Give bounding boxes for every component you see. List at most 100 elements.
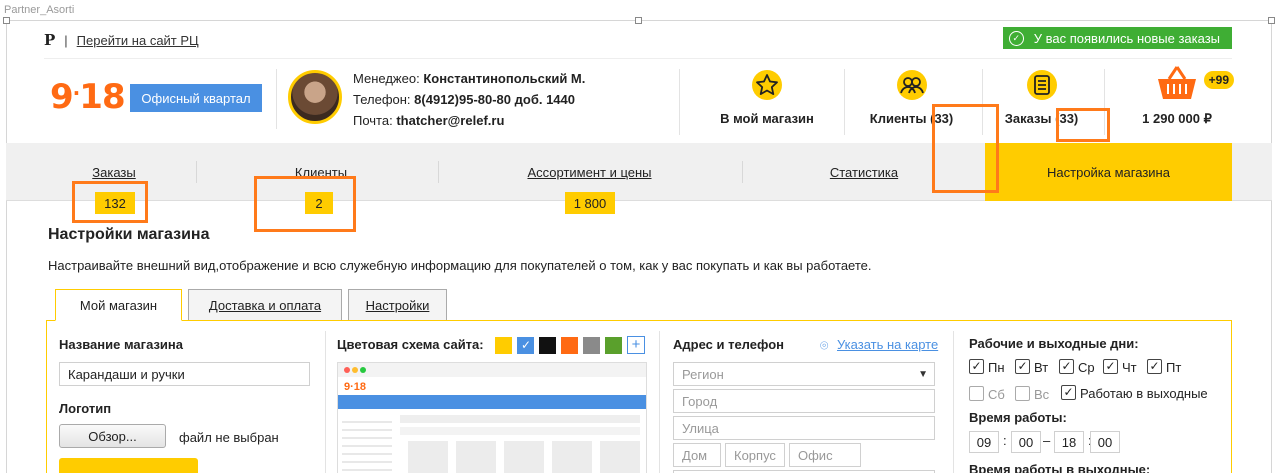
to-hours-input[interactable]: 18 xyxy=(1054,431,1084,453)
day-checkbox[interactable]: ✓ xyxy=(1103,359,1118,374)
brand-logo[interactable]: 9·18 xyxy=(50,77,126,117)
file-status: файл не выбран xyxy=(179,430,279,445)
from-hours-input[interactable]: 09 xyxy=(969,431,999,453)
weekend-label: Работаю в выходные xyxy=(1080,386,1208,401)
tab-delivery-payment[interactable]: Доставка и оплата xyxy=(188,289,342,321)
day-checkbox[interactable]: ✓ xyxy=(1015,359,1030,374)
time-colon: : xyxy=(1003,433,1007,448)
go-to-rc-site-link[interactable]: Перейти на сайт РЦ xyxy=(77,33,199,48)
show-on-map-link[interactable]: Указать на карте xyxy=(837,337,938,352)
nav-label: Заказы xyxy=(92,165,136,180)
day-checkbox[interactable]: ✓ xyxy=(1147,359,1162,374)
preview-sidebar xyxy=(342,415,392,473)
assortment-count-badge: 1 800 xyxy=(565,192,615,214)
preview-dot xyxy=(360,367,366,373)
nav-label: Настройка магазина xyxy=(1047,165,1170,180)
region-placeholder: Регион xyxy=(682,366,724,382)
weekend-checkbox[interactable]: ✓ xyxy=(1061,385,1076,400)
cart-count-badge: +99 xyxy=(1203,71,1234,89)
resize-handle[interactable] xyxy=(3,17,10,24)
page-description: Настраивайте внешний вид,отображение и в… xyxy=(48,258,872,273)
to-minutes-input[interactable]: 00 xyxy=(1090,431,1120,453)
add-color-button[interactable]: + xyxy=(627,336,645,354)
schedule-label: Рабочие и выходные дни: xyxy=(969,336,1139,351)
cart-link[interactable]: +99 1 290 000 ₽ xyxy=(1122,63,1234,127)
relef-logo-icon[interactable]: Р xyxy=(44,31,55,49)
color-swatch[interactable] xyxy=(605,337,622,354)
color-swatch[interactable] xyxy=(583,337,600,354)
artboard-name: Partner_Asorti xyxy=(4,4,75,16)
preview-row xyxy=(400,427,640,435)
address-label: Адрес и телефон xyxy=(673,337,784,352)
phone-value: 8(4912)95-80-80 доб. 1440 xyxy=(414,92,575,107)
top-bar: Р | Перейти на сайт РЦ ✓ У вас появились… xyxy=(44,27,1232,50)
day-checkbox[interactable]: ✓ xyxy=(969,359,984,374)
my-store-link[interactable]: В мой магазин xyxy=(712,69,822,126)
header: 9·18 Офисный квартал Менеджео: Константи… xyxy=(44,58,1234,144)
phone-label: Телефон: xyxy=(353,92,411,107)
resize-handle[interactable] xyxy=(1268,17,1275,24)
region-select[interactable]: Регион ▼ xyxy=(673,362,935,386)
annotation-box xyxy=(1056,108,1110,142)
time-dash: – xyxy=(1043,433,1051,448)
page-title: Настройки магазина xyxy=(48,226,210,243)
divider xyxy=(325,331,326,473)
preview-products xyxy=(400,441,640,473)
new-orders-notification[interactable]: ✓ У вас появились новые заказы xyxy=(1002,27,1232,49)
day-checkbox[interactable] xyxy=(969,386,984,401)
from-minutes-input[interactable]: 00 xyxy=(1011,431,1041,453)
color-swatch[interactable] xyxy=(495,337,512,354)
day-label: Пн xyxy=(988,360,1005,375)
divider xyxy=(679,69,680,135)
day-label: Сб xyxy=(988,387,1005,402)
color-swatch[interactable] xyxy=(517,337,534,354)
preview-titlebar xyxy=(338,363,646,377)
nav-store-settings[interactable]: Настройка магазина xyxy=(985,143,1232,201)
city-input[interactable]: Город xyxy=(673,389,935,413)
office-quarter-button[interactable]: Офисный квартал xyxy=(130,84,262,112)
upload-button[interactable] xyxy=(59,458,198,473)
mail-value: thatcher@relef.ru xyxy=(396,113,505,128)
resize-handle[interactable] xyxy=(635,17,642,24)
notification-text: У вас появились новые заказы xyxy=(1033,30,1220,46)
nav-label: Ассортимент и цены xyxy=(527,165,652,180)
manager-name: Константинопольский М. xyxy=(423,71,586,86)
color-swatch[interactable] xyxy=(539,337,556,354)
separator: | xyxy=(64,32,68,48)
main-nav: Заказы Клиенты Ассортимент и цены Статис… xyxy=(6,143,1272,201)
browse-button[interactable]: Обзор... xyxy=(59,424,166,448)
chevron-down-icon: ▼ xyxy=(918,368,928,380)
color-scheme-label: Цветовая схема сайта: xyxy=(337,337,484,352)
street-input[interactable]: Улица xyxy=(673,416,935,440)
cart-total: 1 290 000 ₽ xyxy=(1142,111,1212,126)
preview-row xyxy=(400,415,640,423)
day-checkbox[interactable]: ✓ xyxy=(1059,359,1074,374)
day-label: Пт xyxy=(1166,360,1182,375)
annotation-box xyxy=(932,104,999,193)
preview-nav xyxy=(338,395,646,409)
clients-icon xyxy=(896,69,928,101)
divider xyxy=(953,331,954,473)
nav-divider xyxy=(742,161,743,183)
annotation-box xyxy=(254,176,356,232)
nav-divider xyxy=(438,161,439,183)
preview-dot xyxy=(352,367,358,373)
office-input[interactable]: Офис xyxy=(789,443,861,467)
day-label: Ср xyxy=(1078,360,1095,375)
tab-settings[interactable]: Настройки xyxy=(348,289,447,321)
building-input[interactable]: Корпус xyxy=(725,443,785,467)
tab-my-store[interactable]: Мой магазин xyxy=(55,289,182,321)
nav-divider xyxy=(196,161,197,183)
logo-big: 9 xyxy=(50,77,74,117)
avatar xyxy=(288,70,342,124)
weekend-time-label: Время работы в выходные: xyxy=(969,462,1151,473)
work-time-label: Время работы: xyxy=(969,410,1067,425)
divider xyxy=(276,69,277,129)
day-checkbox[interactable] xyxy=(1015,386,1030,401)
day-label: Вт xyxy=(1034,360,1049,375)
store-name-input[interactable]: Карандаши и ручки xyxy=(59,362,310,386)
annotation-box xyxy=(72,181,148,223)
color-swatch[interactable] xyxy=(561,337,578,354)
logo-small: 18 xyxy=(79,77,125,117)
house-input[interactable]: Дом xyxy=(673,443,721,467)
